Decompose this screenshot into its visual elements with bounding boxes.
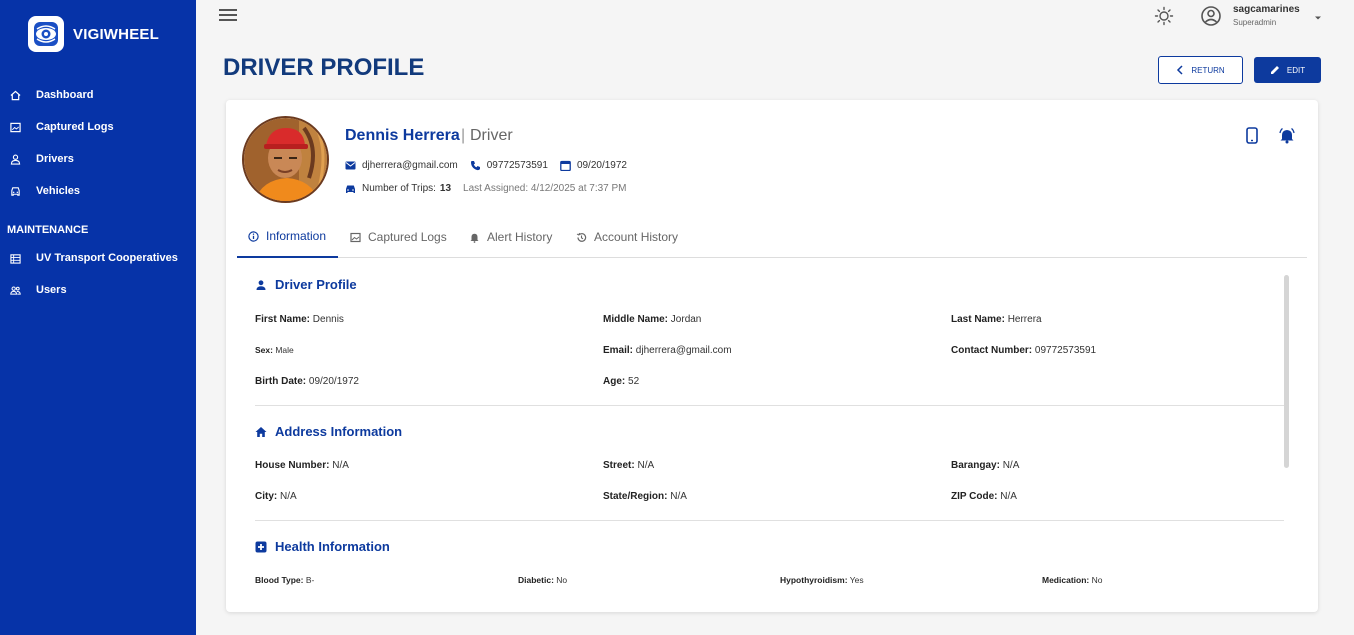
return-button-label: RETURN [1191,65,1225,75]
field-street: Street: N/A [603,460,655,471]
driver-email: djherrera@gmail.com [362,160,458,171]
sidebar-item-label: UV Transport Cooperatives [36,252,178,264]
pencil-icon [1270,66,1279,74]
name-separator: | [461,127,466,144]
medical-plus-icon [255,541,267,553]
contact-info-row: djherrera@gmail.com 09772573591 09/20/19… [345,160,627,171]
field-state-region: State/Region: N/A [603,491,687,502]
sidebar-section-maintenance: MAINTENANCE [7,224,89,236]
return-button[interactable]: RETURN [1158,56,1243,84]
sidebar-item-users[interactable]: Users [0,276,196,304]
bell-icon [469,232,480,243]
eye-logo-icon [28,16,64,52]
field-email: Email: djherrera@gmail.com [603,345,732,356]
home-icon [8,88,22,102]
edit-button-label: EDIT [1286,65,1306,75]
tab-account-history[interactable]: Account History [576,216,678,258]
hamburger-menu-icon[interactable] [219,9,237,23]
image-icon [8,120,22,134]
chevron-left-icon [1177,65,1183,75]
driver-phone: 09772573591 [486,160,548,171]
driver-name: Dennis Herrera [345,127,460,144]
sidebar-item-label: Dashboard [36,89,94,101]
section-title-text: Address Information [275,424,403,439]
tab-label: Captured Logs [368,230,447,244]
person-icon [8,152,22,166]
trips-count: 13 [439,183,452,194]
field-middle-name: Middle Name: Jordan [603,314,702,325]
field-city: City: N/A [255,491,297,502]
sidebar: VIGIWHEEL Dashboard Captured Logs Driver… [0,0,196,635]
divider [255,405,1284,406]
field-contact-number: Contact Number: 09772573591 [951,345,1097,356]
driver-birthdate: 09/20/1972 [576,160,627,171]
users-icon [8,283,22,297]
brand-name: VIGIWHEEL [73,25,159,43]
edit-button[interactable]: EDIT [1254,57,1321,83]
scrollbar[interactable] [1284,275,1289,468]
tab-label: Information [266,229,327,243]
field-house-number: House Number: N/A [255,460,349,471]
driver-role: Driver [470,127,513,144]
field-zip-code: ZIP Code: N/A [951,491,1017,502]
section-health-information: Health Information [255,539,390,554]
tab-label: Account History [594,230,679,244]
history-icon [576,232,587,243]
last-assigned: Last Assigned: 4/12/2025 at 7:37 PM [463,183,627,194]
field-first-name: First Name: Dennis [255,314,344,325]
field-birth-date: Birth Date: 09/20/1972 [255,376,359,387]
sidebar-item-captured-logs[interactable]: Captured Logs [0,113,196,141]
field-blood-type: Blood Type: B- [255,575,315,585]
tab-information[interactable]: Information [237,216,338,258]
brand[interactable]: VIGIWHEEL [28,16,159,52]
field-last-name: Last Name: Herrera [951,314,1042,325]
avatar [242,116,329,203]
field-medication: Medication: No [1042,575,1103,585]
home-icon [255,426,267,438]
field-age: Age: 52 [603,376,640,387]
sidebar-item-drivers[interactable]: Drivers [0,145,196,173]
sidebar-item-uv-transport-cooperatives[interactable]: UV Transport Cooperatives [0,244,196,272]
field-sex: Sex: Male [255,345,294,355]
sidebar-item-label: Users [36,284,67,296]
alert-bell-icon[interactable] [1278,127,1296,149]
tab-label: Alert History [487,230,553,244]
account-circle-icon[interactable] [1200,5,1222,27]
section-title-text: Health Information [275,539,390,554]
divider [255,520,1284,521]
tab-alert-history[interactable]: Alert History [469,216,552,258]
trips-label: Number of Trips: [362,183,436,194]
section-driver-profile: Driver Profile [255,277,357,292]
building-icon [8,251,22,265]
calendar-icon [560,160,571,171]
user-role: Superadmin [1233,18,1277,27]
field-barangay: Barangay: N/A [951,460,1020,471]
sidebar-item-dashboard[interactable]: Dashboard [0,81,196,109]
sun-theme-icon[interactable] [1154,6,1174,26]
email-icon [345,161,356,170]
driver-profile-card: Dennis Herrera | Driver djherrera@gmail.… [226,100,1318,612]
field-diabetic: Diabetic: No [518,575,568,585]
phone-icon [470,160,481,171]
sidebar-item-vehicles[interactable]: Vehicles [0,177,196,205]
tab-captured-logs[interactable]: Captured Logs [350,216,447,258]
trips-info-row: Number of Trips: 13 Last Assigned: 4/12/… [345,183,627,194]
info-icon [248,230,259,242]
user-name: sagcamarines [1233,4,1300,15]
sidebar-item-label: Captured Logs [36,121,114,133]
car-icon [345,184,356,194]
person-icon [255,279,267,291]
field-hypothyroidism: Hypothyroidism: Yes [780,575,864,585]
mobile-device-icon[interactable] [1246,127,1258,149]
car-icon [8,184,22,198]
image-icon [350,232,361,243]
section-title-text: Driver Profile [275,277,357,292]
chevron-down-icon[interactable] [1313,10,1323,28]
sidebar-item-label: Vehicles [36,185,81,197]
sidebar-item-label: Drivers [36,153,74,165]
page-title: DRIVER PROFILE [223,54,425,81]
section-address-information: Address Information [255,424,402,439]
profile-tabs: Information Captured Logs Alert History … [237,216,1307,258]
